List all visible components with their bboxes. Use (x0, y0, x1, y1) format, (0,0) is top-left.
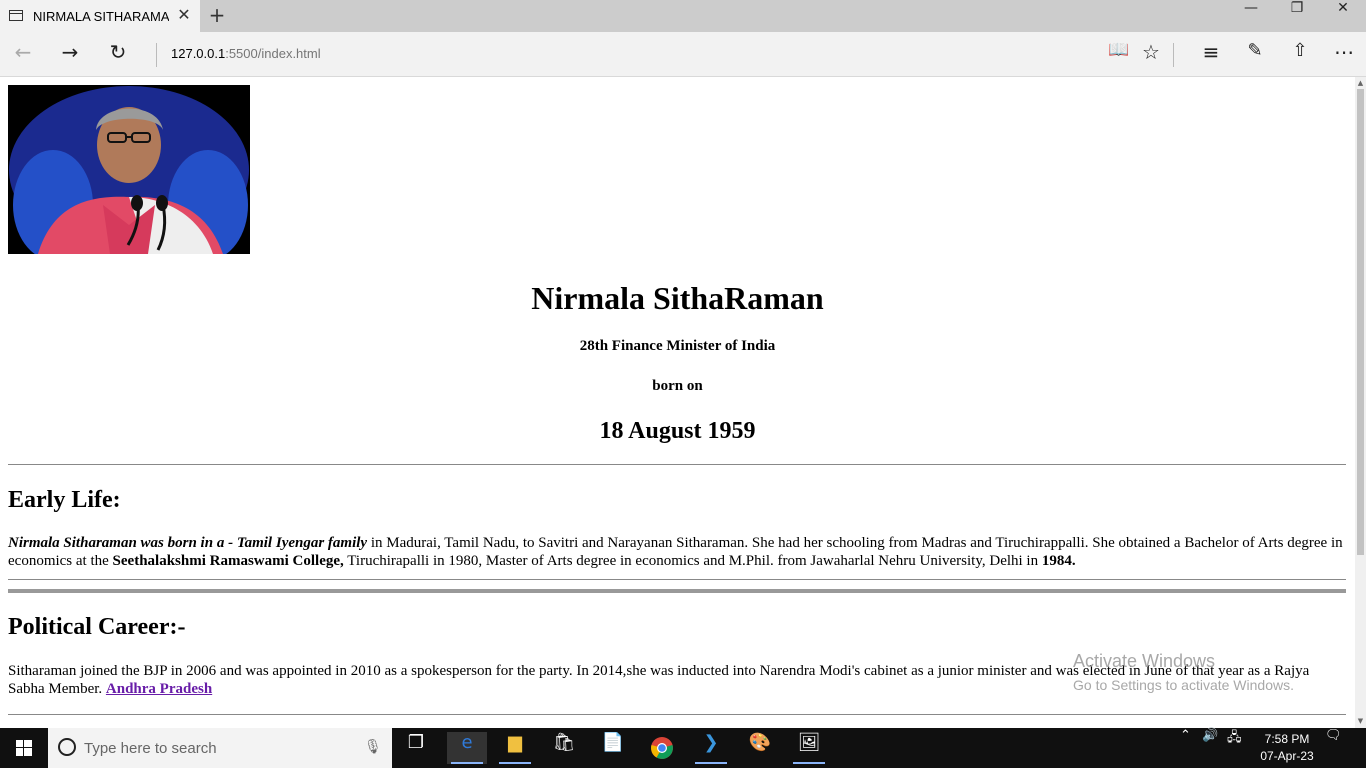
share-icon[interactable]: ⇧ (1285, 40, 1315, 68)
show-hidden-icons-icon[interactable]: ⌃ (1180, 728, 1191, 768)
back-icon[interactable]: ← (8, 40, 38, 68)
graduation-year: 1984. (1041, 553, 1076, 569)
scrollbar-thumb[interactable] (1357, 89, 1364, 555)
minimize-icon[interactable]: — (1228, 0, 1274, 32)
page-scrollbar[interactable]: ▲ ▼ (1355, 77, 1366, 728)
divider (8, 579, 1346, 580)
political-career-heading: Political Career:- (8, 614, 186, 640)
college-name: Seethalakshmi Ramaswami College, (112, 553, 344, 569)
address-bar[interactable]: 127.0.0.1:5500/index.html (171, 46, 321, 61)
task-view-icon[interactable]: ❐ (396, 732, 436, 764)
volume-icon[interactable]: 🔊 (1202, 728, 1218, 768)
early-life-heading: Early Life: (8, 487, 121, 513)
restore-icon[interactable]: ❐ (1274, 0, 1320, 32)
active-indicator (451, 762, 483, 764)
active-indicator (793, 762, 825, 764)
chrome-icon[interactable] (642, 732, 682, 764)
more-icon[interactable]: ⋯ (1329, 40, 1359, 68)
clock-date: 07-Apr-23 (1260, 749, 1314, 763)
documents-icon[interactable]: 📄 (593, 732, 633, 764)
new-tab-icon[interactable]: + (207, 5, 227, 25)
taskbar-search[interactable]: Type here to search 🎙 (48, 728, 392, 768)
forward-icon[interactable]: → (55, 40, 85, 68)
refresh-icon[interactable]: ↻ (103, 40, 133, 68)
toolbar-divider (1173, 43, 1174, 67)
divider (8, 714, 1346, 715)
windows-taskbar: Type here to search 🎙 ❐ e ▆ 🛍 📄 ❯ 🎨 🖼 ⌃ … (0, 728, 1366, 768)
url-path: :5500/index.html (225, 46, 321, 61)
store-icon[interactable]: 🛍 (544, 732, 584, 764)
close-tab-icon[interactable]: ✕ (176, 6, 192, 24)
scroll-up-icon[interactable]: ▲ (1356, 79, 1365, 87)
early-life-paragraph: Nirmala Sitharaman was born in a - Tamil… (8, 534, 1346, 570)
url-host: 127.0.0.1 (171, 46, 226, 61)
activate-windows-subtitle: Go to Settings to activate Windows. (1073, 677, 1294, 693)
start-button[interactable] (0, 728, 48, 768)
network-icon[interactable]: 🖧 (1227, 728, 1242, 768)
close-window-icon[interactable]: ✕ (1320, 0, 1366, 32)
page-content: Nirmala SithaRaman 28th Finance Minister… (0, 77, 1355, 728)
vscode-icon[interactable]: ❯ (691, 732, 731, 764)
divider (8, 464, 1346, 465)
file-explorer-icon[interactable]: ▆ (495, 732, 535, 764)
andhra-pradesh-link[interactable]: Andhra Pradesh (106, 681, 212, 697)
born-date: 18 August 1959 (599, 418, 756, 444)
search-placeholder: Type here to search (84, 740, 217, 757)
scroll-down-icon[interactable]: ▼ (1356, 717, 1365, 725)
photos-icon[interactable]: 🖼 (789, 732, 829, 764)
active-indicator (695, 762, 727, 764)
profile-photo (8, 85, 250, 254)
page-subtitle: 28th Finance Minister of India (579, 338, 776, 354)
page-icon (9, 10, 23, 21)
microphone-icon[interactable]: 🎙 (364, 739, 382, 755)
thick-divider (8, 589, 1346, 593)
clock-time: 7:58 PM (1264, 732, 1310, 746)
activate-windows-title: Activate Windows (1073, 651, 1216, 671)
paint-icon[interactable]: 🎨 (740, 732, 780, 764)
edge-browser-icon[interactable]: e (447, 732, 487, 764)
windows-logo-icon (16, 740, 32, 756)
browser-tab-strip: NIRMALA SITHARAMAN ✕ + — ❐ ✕ (0, 0, 1366, 32)
reading-view-icon[interactable]: 📖 (1104, 40, 1134, 68)
page-title: Nirmala SithaRaman (531, 280, 824, 316)
action-center-icon[interactable]: 🗨 (1325, 728, 1342, 768)
system-clock[interactable]: 7:58 PM 07-Apr-23 (1252, 731, 1322, 765)
early-life-emphasis: Nirmala Sitharaman was born in a - Tamil… (8, 535, 368, 551)
active-indicator (499, 762, 531, 764)
toolbar-divider (156, 43, 157, 67)
browser-tab[interactable]: NIRMALA SITHARAMAN ✕ (0, 0, 200, 32)
cortana-icon (58, 738, 76, 756)
chrome-logo (651, 737, 673, 759)
born-label: born on (652, 378, 703, 394)
hub-icon[interactable]: ≡ (1196, 40, 1226, 68)
browser-toolbar: ← → ↻ 127.0.0.1:5500/index.html 📖 ☆ ≡ ✎ … (0, 32, 1366, 77)
web-note-icon[interactable]: ✎ (1240, 40, 1270, 68)
favorite-star-icon[interactable]: ☆ (1136, 40, 1166, 68)
early-life-text-2: Tiruchirapalli in 1980, Master of Arts d… (343, 553, 1042, 569)
tab-title: NIRMALA SITHARAMAN (33, 9, 169, 24)
